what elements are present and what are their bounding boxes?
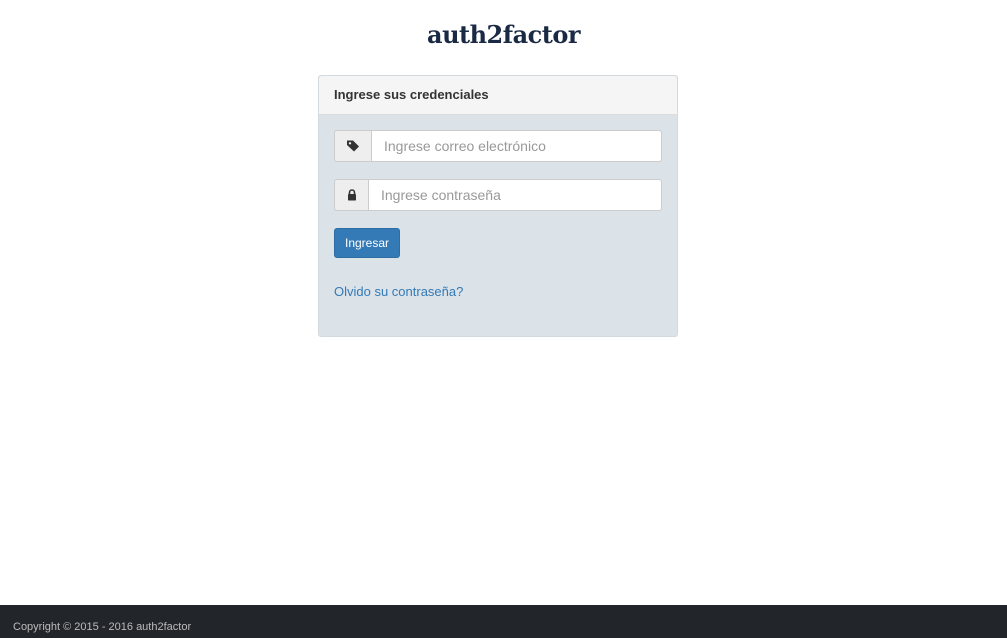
panel-heading: Ingrese sus credenciales <box>319 76 677 115</box>
tag-icon <box>334 130 371 162</box>
password-field[interactable] <box>368 179 662 211</box>
submit-button[interactable]: Ingresar <box>334 228 401 258</box>
login-panel: Ingrese sus credenciales Ingresar Olvido… <box>318 75 678 337</box>
email-input-group <box>334 130 662 162</box>
copyright-text: Copyright © 2015 - 2016 auth2factor <box>13 621 192 633</box>
password-input-group <box>334 179 662 211</box>
footer: Copyright © 2015 - 2016 auth2factor <box>0 605 1007 638</box>
brand-logo: auth2factor <box>427 20 580 49</box>
lock-icon <box>334 179 368 211</box>
email-field[interactable] <box>371 130 662 162</box>
login-page: auth2factor Ingrese sus credenciales Ing… <box>0 0 1007 638</box>
forgot-password-link[interactable]: Olvido su contraseña? <box>334 284 463 299</box>
